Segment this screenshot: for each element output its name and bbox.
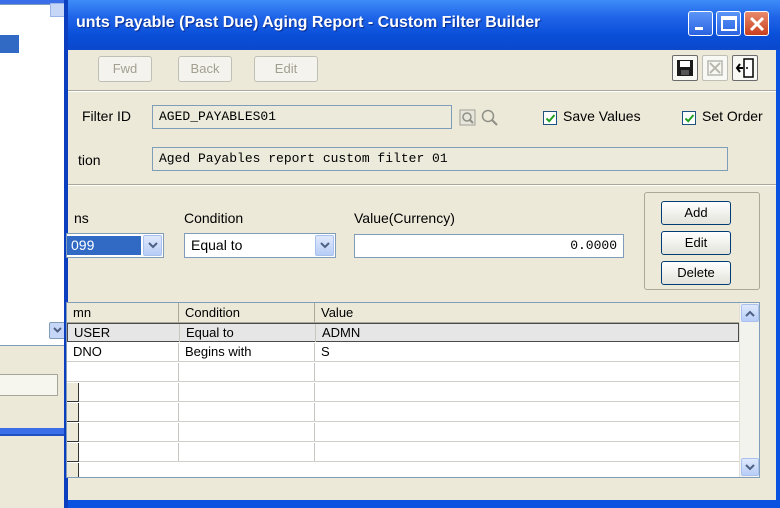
table-row[interactable] [67,383,739,402]
cell-column [67,443,179,461]
title-bar[interactable]: unts Payable (Past Due) Aging Report - C… [68,0,780,50]
close-button[interactable] [744,11,769,36]
toolbar-separator [68,90,776,92]
checkmark-icon [684,114,695,123]
background-list[interactable] [0,3,68,346]
toolbar-edit-button[interactable]: Edit [254,56,318,82]
cancel-filter-icon [707,60,723,76]
section-separator [68,184,776,186]
search-icon[interactable] [480,108,500,128]
column-header-condition[interactable]: Condition [179,303,315,323]
column-header-column[interactable]: mn [67,303,179,323]
table-row[interactable] [67,403,739,422]
cell-condition: Begins with [179,343,315,361]
table-row[interactable] [67,423,739,442]
cell-value: ADMN [322,325,361,340]
cell-column: DNO [67,343,179,361]
cell-column [67,383,179,401]
columns-selected-value: 099 [67,236,141,255]
cell-column [67,403,179,421]
chevron-up-icon[interactable] [741,304,759,322]
chevron-down-icon[interactable] [315,235,334,256]
minimize-icon [695,27,703,30]
add-button[interactable]: Add [661,201,731,225]
save-values-checkbox[interactable] [543,111,557,125]
delete-button[interactable]: Delete [661,261,731,285]
filter-id-field[interactable]: AGED_PAYABLES01 [152,105,452,129]
columns-label: ns [74,210,89,226]
cell-condition [179,383,315,401]
cell-value: S [321,344,330,359]
condition-selected-value: Equal to [191,237,243,253]
action-button-panel: Add Edit Delete [644,192,760,290]
close-icon [749,16,765,32]
save-disk-icon [677,60,693,76]
lookup-icon[interactable] [458,108,478,128]
grid-scrollbar[interactable] [739,303,759,477]
background-window-body [0,3,72,428]
chevron-down-icon[interactable] [741,458,759,476]
dialog-body: Fwd Back Edit Filter ID AGED_PAYABLES01 … [66,50,776,500]
cell-condition: Equal to [180,324,316,342]
description-field[interactable]: Aged Payables report custom filter 01 [152,147,728,171]
cell-condition [179,423,315,441]
chevron-down-icon[interactable] [143,235,162,256]
back-button[interactable]: Back [178,56,232,82]
edit-button[interactable]: Edit [661,231,731,255]
custom-filter-builder-window: unts Payable (Past Due) Aging Report - C… [64,0,780,508]
columns-dropdown[interactable]: 099 [66,233,164,258]
cell-condition [179,363,315,381]
maximize-button[interactable] [716,11,741,36]
table-row[interactable] [67,363,739,382]
set-order-checkbox[interactable] [682,111,696,125]
column-header-value[interactable]: Value [315,303,739,323]
table-row[interactable]: DNO Begins with S [67,343,739,362]
cell-column [67,363,179,381]
maximize-icon [721,16,737,31]
condition-dropdown[interactable]: Equal to [184,233,336,258]
table-row[interactable] [67,463,739,477]
exit-button[interactable] [732,55,758,81]
filter-conditions-grid[interactable]: mn Condition Value USER Equal to ADMN DN… [66,302,760,478]
set-order-label: Set Order [702,108,763,124]
save-button[interactable] [672,55,698,81]
value-currency-input[interactable]: 0.0000 [354,234,624,258]
cell-condition [179,403,315,421]
grid-header: mn Condition Value [67,303,739,323]
background-list-selected-item[interactable] [0,35,19,53]
save-values-label: Save Values [563,108,641,124]
minimize-button[interactable] [688,11,713,36]
description-label: tion [78,152,101,168]
cell-column: USER [68,324,180,342]
fwd-button[interactable]: Fwd [98,56,152,82]
row-header[interactable] [67,463,79,477]
exit-door-icon [735,58,754,78]
table-row[interactable]: USER Equal to ADMN [67,323,739,342]
window-title: unts Payable (Past Due) Aging Report - C… [76,14,541,31]
filter-id-label: Filter ID [82,108,131,124]
background-field[interactable] [0,374,58,396]
value-label: Value(Currency) [354,210,455,226]
cell-condition [179,443,315,461]
table-row[interactable] [67,443,739,462]
condition-label: Condition [184,210,244,226]
cancel-filter-button[interactable] [702,55,728,81]
checkmark-icon [545,114,556,123]
cell-column [67,423,179,441]
